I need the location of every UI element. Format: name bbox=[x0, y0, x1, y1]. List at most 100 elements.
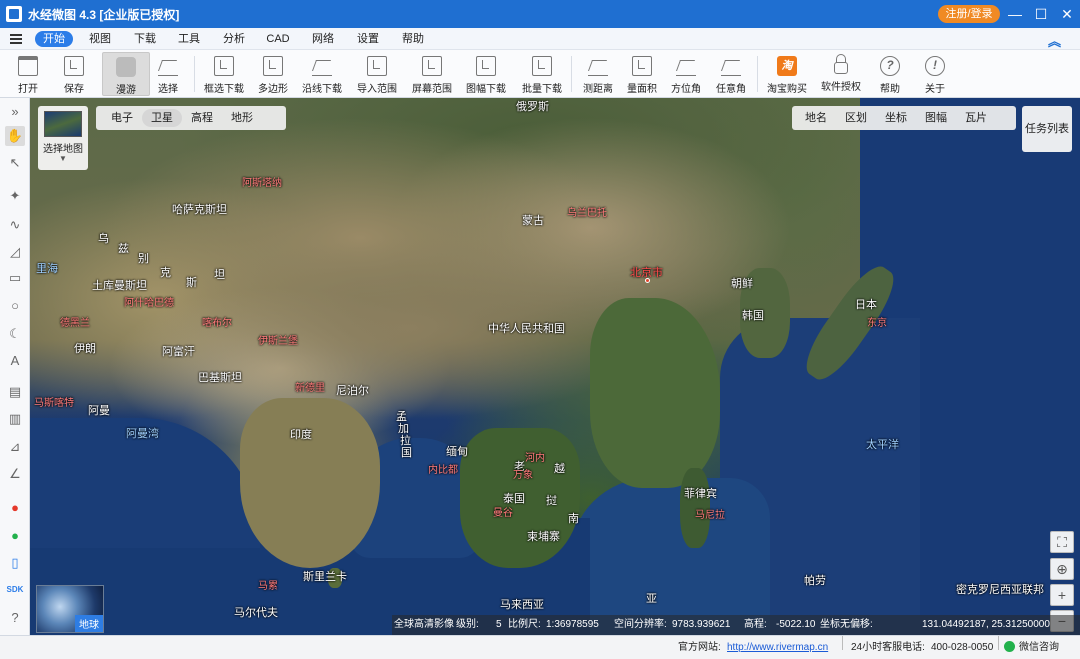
polyline-icon[interactable]: ∿ bbox=[5, 215, 25, 235]
help-button[interactable]: ? 帮助 bbox=[866, 52, 914, 96]
help-icon[interactable]: ? bbox=[5, 608, 25, 628]
azimuth-icon[interactable]: ⊿ bbox=[5, 437, 25, 457]
polygon-download-icon bbox=[263, 56, 283, 76]
source-elevation[interactable]: 高程 bbox=[182, 109, 222, 127]
task-list-button[interactable]: 任务列表 bbox=[1022, 106, 1072, 152]
menu-settings[interactable]: 设置 bbox=[350, 31, 386, 47]
source-electronic[interactable]: 电子 bbox=[102, 109, 142, 127]
map-label: 密克罗尼西亚联邦 bbox=[956, 584, 1044, 596]
wechat-icon[interactable]: ● bbox=[5, 526, 25, 546]
azimuth-button[interactable]: 方位角 bbox=[662, 52, 710, 96]
zoom-in-button[interactable]: + bbox=[1050, 584, 1074, 606]
map-label: 马尼拉 bbox=[695, 510, 725, 521]
locate-icon[interactable]: ⊕ bbox=[1050, 558, 1074, 580]
pan-button[interactable]: 漫游 bbox=[102, 52, 150, 96]
folder-icon bbox=[18, 56, 38, 76]
sdk-icon[interactable]: SDK bbox=[5, 580, 25, 600]
menu-tools[interactable]: 工具 bbox=[171, 31, 207, 47]
box-download-button[interactable]: 框选下载 bbox=[200, 52, 248, 96]
menu-network[interactable]: 网络 bbox=[305, 31, 341, 47]
crescent-icon[interactable]: ☾ bbox=[5, 324, 25, 344]
layer-divisions[interactable]: 区划 bbox=[836, 109, 876, 127]
save-button[interactable]: 保存 bbox=[50, 52, 98, 96]
menu-view[interactable]: 视图 bbox=[82, 31, 118, 47]
map-label: 马尔代夫 bbox=[234, 607, 278, 619]
hand-icon[interactable]: ✋ bbox=[5, 126, 25, 146]
source-satellite[interactable]: 卫星 bbox=[142, 109, 182, 127]
box-download-icon bbox=[214, 56, 234, 76]
area-measure-icon[interactable]: ▥ bbox=[5, 409, 25, 429]
batch-download-button[interactable]: 批量下载 bbox=[518, 52, 566, 96]
screen-range-button[interactable]: 屏幕范围 bbox=[408, 52, 456, 96]
angle-icon[interactable]: ∠ bbox=[5, 464, 25, 484]
capital-marker bbox=[645, 278, 650, 283]
circle-icon[interactable]: ○ bbox=[5, 296, 25, 316]
menu-start[interactable]: 开始 bbox=[35, 31, 73, 47]
cursor-icon[interactable]: ↖ bbox=[5, 153, 25, 173]
website-link[interactable]: http://www.rivermap.cn bbox=[727, 636, 828, 659]
hamburger-menu-icon[interactable] bbox=[10, 32, 22, 46]
lock-icon bbox=[834, 54, 848, 74]
about-button[interactable]: ! 关于 bbox=[911, 52, 959, 96]
map-label: 韩国 bbox=[742, 310, 764, 322]
area-draw-icon[interactable]: ◿ bbox=[5, 242, 25, 262]
layer-sheets[interactable]: 图幅 bbox=[916, 109, 956, 127]
rectangle-icon[interactable]: ▭ bbox=[5, 268, 25, 288]
sheet-download-button[interactable]: 图幅下载 bbox=[462, 52, 510, 96]
import-range-icon bbox=[367, 56, 387, 76]
line-download-button[interactable]: 沿线下载 bbox=[298, 52, 346, 96]
menu-analysis[interactable]: 分析 bbox=[216, 31, 252, 47]
level-value: 5 bbox=[496, 619, 502, 630]
text-icon[interactable]: A bbox=[5, 351, 25, 371]
measure-distance-button[interactable]: 测距离 bbox=[574, 52, 622, 96]
phone-icon[interactable]: ▯ bbox=[5, 553, 25, 573]
menu-download[interactable]: 下载 bbox=[127, 31, 163, 47]
map-label: 国 bbox=[401, 447, 412, 459]
polygon-download-button[interactable]: 多边形 bbox=[249, 52, 297, 96]
any-angle-button[interactable]: 任意角 bbox=[707, 52, 755, 96]
land-china-east bbox=[590, 298, 720, 488]
layer-place-names[interactable]: 地名 bbox=[796, 109, 836, 127]
map-thumbnail bbox=[44, 111, 82, 137]
wechat-consult-button[interactable]: 微信咨询 bbox=[1004, 636, 1059, 659]
map-label: 兹 bbox=[118, 243, 129, 255]
status-bar: 官方网站: http://www.rivermap.cn 24小时客服电话: 4… bbox=[0, 635, 1080, 659]
map-view[interactable]: 选择地图 ▼ 电子 卫星 高程 地形 地名 区划 坐标 图幅 瓦片 任务列表 俄… bbox=[30, 98, 1080, 635]
source-terrain[interactable]: 地形 bbox=[222, 109, 262, 127]
map-label: 帕劳 bbox=[804, 575, 826, 587]
measure-area-button[interactable]: 量面积 bbox=[618, 52, 666, 96]
map-label: 缅甸 bbox=[446, 446, 468, 458]
select-map-button[interactable]: 选择地图 ▼ bbox=[38, 106, 88, 170]
license-button[interactable]: 软件授权 bbox=[817, 52, 865, 96]
marker-icon[interactable]: ✦ bbox=[5, 186, 25, 206]
taobao-buy-button[interactable]: 淘淘宝购买 bbox=[763, 52, 811, 96]
layer-tiles[interactable]: 瓦片 bbox=[956, 109, 996, 127]
select-button[interactable]: 选择 bbox=[144, 52, 192, 96]
resolution-label: 空间分辨率: bbox=[614, 619, 667, 630]
minimize-button[interactable]: — bbox=[1002, 0, 1028, 28]
menu-cad[interactable]: CAD bbox=[260, 31, 296, 47]
map-label: 太平洋 bbox=[866, 439, 899, 451]
wechat-consult-label: 微信咨询 bbox=[1019, 642, 1059, 653]
layer-coordinates[interactable]: 坐标 bbox=[876, 109, 916, 127]
map-label: 里海 bbox=[36, 263, 58, 275]
map-label: 亚 bbox=[646, 593, 657, 605]
select-label: 选择 bbox=[158, 84, 178, 95]
import-range-button[interactable]: 导入范围 bbox=[353, 52, 401, 96]
weibo-icon[interactable]: ● bbox=[5, 498, 25, 518]
maximize-button[interactable]: ☐ bbox=[1028, 0, 1054, 28]
globe-view-button[interactable]: 地球 bbox=[36, 585, 104, 633]
expand-icon[interactable]: » bbox=[5, 102, 25, 122]
save-label: 保存 bbox=[64, 84, 84, 95]
open-button[interactable]: 打开 bbox=[4, 52, 52, 96]
collapse-ribbon-icon[interactable]: ︽ bbox=[1048, 31, 1061, 50]
fullscreen-icon[interactable]: ⛶ bbox=[1050, 531, 1074, 553]
close-button[interactable]: ✕ bbox=[1054, 0, 1080, 28]
area-icon bbox=[632, 56, 652, 76]
login-button[interactable]: 注册/登录 bbox=[938, 5, 1000, 23]
measure-icon[interactable]: ▤ bbox=[5, 382, 25, 402]
menu-help[interactable]: 帮助 bbox=[395, 31, 431, 47]
help-label: 帮助 bbox=[880, 84, 900, 95]
scale-label: 比例尺: bbox=[508, 619, 541, 630]
map-label: 别 bbox=[138, 253, 149, 265]
